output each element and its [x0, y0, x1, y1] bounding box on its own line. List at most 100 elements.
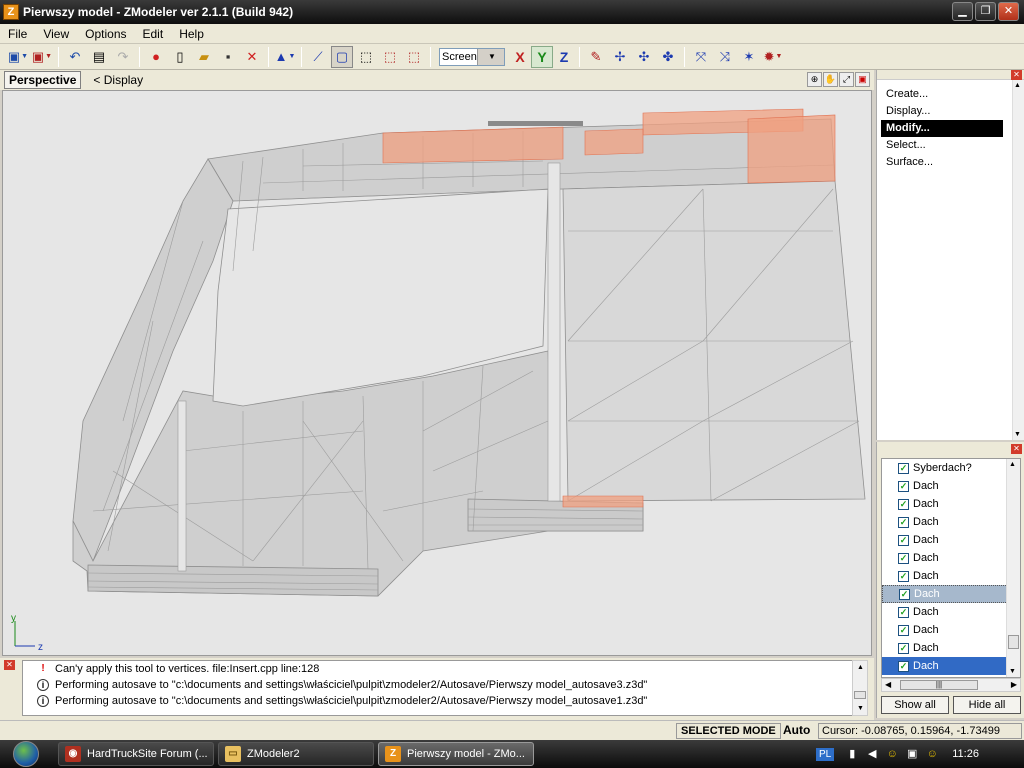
figure-icon[interactable]: ✶: [738, 46, 760, 68]
close-panel-icon[interactable]: ✕: [1011, 70, 1022, 80]
clock[interactable]: 11:26: [952, 748, 979, 760]
rotate-axis-icon[interactable]: ✤: [657, 46, 679, 68]
scroll-up-icon[interactable]: ▲: [857, 664, 864, 671]
object-list-item[interactable]: ✓ Dach: [882, 585, 1020, 603]
axis-y-toggle[interactable]: Y: [531, 45, 553, 68]
show-all-button[interactable]: Show all: [881, 696, 949, 714]
volume-icon[interactable]: ◀: [864, 746, 880, 762]
viewport-perspective-tab[interactable]: Perspective: [4, 71, 82, 89]
menu-file[interactable]: File: [0, 27, 35, 41]
visibility-checkbox[interactable]: ✓: [898, 480, 909, 492]
open-folder-icon[interactable]: ▰: [193, 46, 215, 68]
viewport-display-toggle[interactable]: < Display: [93, 73, 143, 87]
hscroll-thumb[interactable]: |||: [900, 680, 978, 690]
command-surface[interactable]: Surface...: [881, 154, 1024, 171]
coordinate-space-select[interactable]: Screen ▼: [439, 47, 505, 66]
taskbar-item-firefox[interactable]: ◉ HardTruckSite Forum (...: [58, 742, 214, 766]
paint-icon[interactable]: ✎: [585, 46, 607, 68]
scroll-left-icon[interactable]: ◀: [885, 680, 891, 689]
close-log-icon[interactable]: ✕: [4, 660, 15, 670]
object-list-item[interactable]: ✓ Dach: [882, 567, 1020, 585]
auto-indicator[interactable]: Auto: [780, 723, 813, 739]
cube-mode-icon[interactable]: ⬚: [355, 46, 377, 68]
import-icon[interactable]: ▣ ▼: [7, 46, 29, 68]
object-list[interactable]: ✓ Syberdach? ✓ Dach ✓ Dach ✓ Dach ✓ Dach ✓ Dach ✓ Dac…: [881, 458, 1021, 678]
redo-icon[interactable]: ↷: [112, 46, 134, 68]
clipboard-icon[interactable]: ▤: [88, 46, 110, 68]
axis-z-toggle[interactable]: Z: [553, 46, 575, 68]
menu-options[interactable]: Options: [77, 27, 134, 41]
export-icon[interactable]: ▣ ▼: [31, 46, 53, 68]
scroll-right-icon[interactable]: ▶: [1011, 680, 1017, 689]
visibility-checkbox[interactable]: ✓: [899, 588, 910, 600]
visibility-checkbox[interactable]: ✓: [898, 462, 909, 474]
selection-mode-indicator[interactable]: SELECTED MODE: [676, 723, 781, 739]
maximize-viewport-icon[interactable]: ▣: [855, 72, 870, 87]
taskbar-item-folder[interactable]: ▭ ZModeler2: [218, 742, 374, 766]
start-button[interactable]: [6, 740, 46, 768]
menu-view[interactable]: View: [35, 27, 77, 41]
scroll-up-icon[interactable]: ▲: [1009, 461, 1016, 468]
scroll-down-icon[interactable]: ▼: [857, 705, 864, 712]
visibility-checkbox[interactable]: ✓: [898, 624, 909, 636]
scale-axis-icon[interactable]: ✣: [633, 46, 655, 68]
scroll-thumb[interactable]: [854, 691, 866, 699]
visibility-checkbox[interactable]: ✓: [898, 552, 909, 564]
object-list-item[interactable]: ✓ Dach: [882, 477, 1020, 495]
visibility-checkbox[interactable]: ✓: [898, 498, 909, 510]
object-list-hscrollbar[interactable]: ◀ ||| ▶: [881, 678, 1021, 692]
network-icon[interactable]: ▮: [844, 746, 860, 762]
tray-app-icon[interactable]: ▣: [904, 746, 920, 762]
object-list-item[interactable]: ✓ Dach: [882, 603, 1020, 621]
command-modify[interactable]: Modify...: [881, 120, 1003, 137]
panel-grip[interactable]: ✕: [877, 442, 1024, 456]
visibility-checkbox[interactable]: ✓: [898, 606, 909, 618]
close-panel-icon[interactable]: ✕: [1011, 444, 1022, 454]
visibility-checkbox[interactable]: ✓: [898, 570, 909, 582]
scroll-thumb[interactable]: [1008, 635, 1019, 649]
object-list-scrollbar[interactable]: ▲ ▼: [1006, 459, 1020, 677]
command-display[interactable]: Display...: [881, 103, 1024, 120]
delete-icon[interactable]: ✕: [241, 46, 263, 68]
zmodeler-app-icon[interactable]: Z: [3, 4, 19, 20]
tray-app-icon-2[interactable]: ☺: [924, 746, 940, 762]
close-button[interactable]: ✕: [998, 2, 1019, 21]
fit-view-icon[interactable]: ⤢: [839, 72, 854, 87]
scroll-down-icon[interactable]: ▼: [1009, 668, 1016, 675]
zoom-icon[interactable]: ⊕: [807, 72, 822, 87]
pan-hand-icon[interactable]: ✋: [823, 72, 838, 87]
command-panel-scrollbar[interactable]: ▲ ▼: [1012, 80, 1024, 440]
log-scrollbar[interactable]: ▲ ▼: [852, 660, 868, 716]
object-list-item[interactable]: ✓ Dach: [882, 639, 1020, 657]
panel-grip[interactable]: ✕: [877, 70, 1024, 80]
visibility-checkbox[interactable]: ✓: [898, 516, 909, 528]
undo-icon[interactable]: ↶: [64, 46, 86, 68]
cone-icon[interactable]: ▲ ▼: [274, 46, 296, 68]
save-icon[interactable]: ▪: [217, 46, 239, 68]
scroll-down-icon[interactable]: ▼: [1014, 431, 1021, 438]
menu-edit[interactable]: Edit: [135, 27, 172, 41]
minimize-button[interactable]: ▁: [952, 2, 973, 21]
object-mode-icon[interactable]: ▢: [331, 45, 353, 68]
language-indicator[interactable]: PL: [816, 747, 835, 761]
object-list-item[interactable]: ✓ Dach: [882, 657, 1020, 675]
object-list-item[interactable]: ✓ Syberdach?: [882, 459, 1020, 477]
new-file-icon[interactable]: ▯: [169, 46, 191, 68]
object-list-item[interactable]: ✓ Dach: [882, 549, 1020, 567]
vertex-mode-icon[interactable]: ⟋: [307, 46, 329, 68]
bone-icon[interactable]: ⤧: [690, 46, 712, 68]
taskbar-item-zmodeler[interactable]: Z Pierwszy model - ZMo...: [378, 742, 534, 766]
record-icon[interactable]: ●: [145, 46, 167, 68]
hide-all-button[interactable]: Hide all: [953, 696, 1021, 714]
link-icon[interactable]: ⤨: [714, 46, 736, 68]
object-list-item[interactable]: ✓ Dach: [882, 531, 1020, 549]
scroll-up-icon[interactable]: ▲: [1014, 82, 1021, 89]
perspective-viewport[interactable]: y z: [2, 90, 872, 656]
plugin-icon[interactable]: ✹ ▼: [762, 46, 784, 68]
visibility-checkbox[interactable]: ✓: [898, 534, 909, 546]
visibility-checkbox[interactable]: ✓: [898, 642, 909, 654]
move-axis-icon[interactable]: ✢: [609, 46, 631, 68]
command-select[interactable]: Select...: [881, 137, 1024, 154]
axis-x-toggle[interactable]: X: [509, 46, 531, 68]
object-list-item[interactable]: ✓ Dach: [882, 621, 1020, 639]
